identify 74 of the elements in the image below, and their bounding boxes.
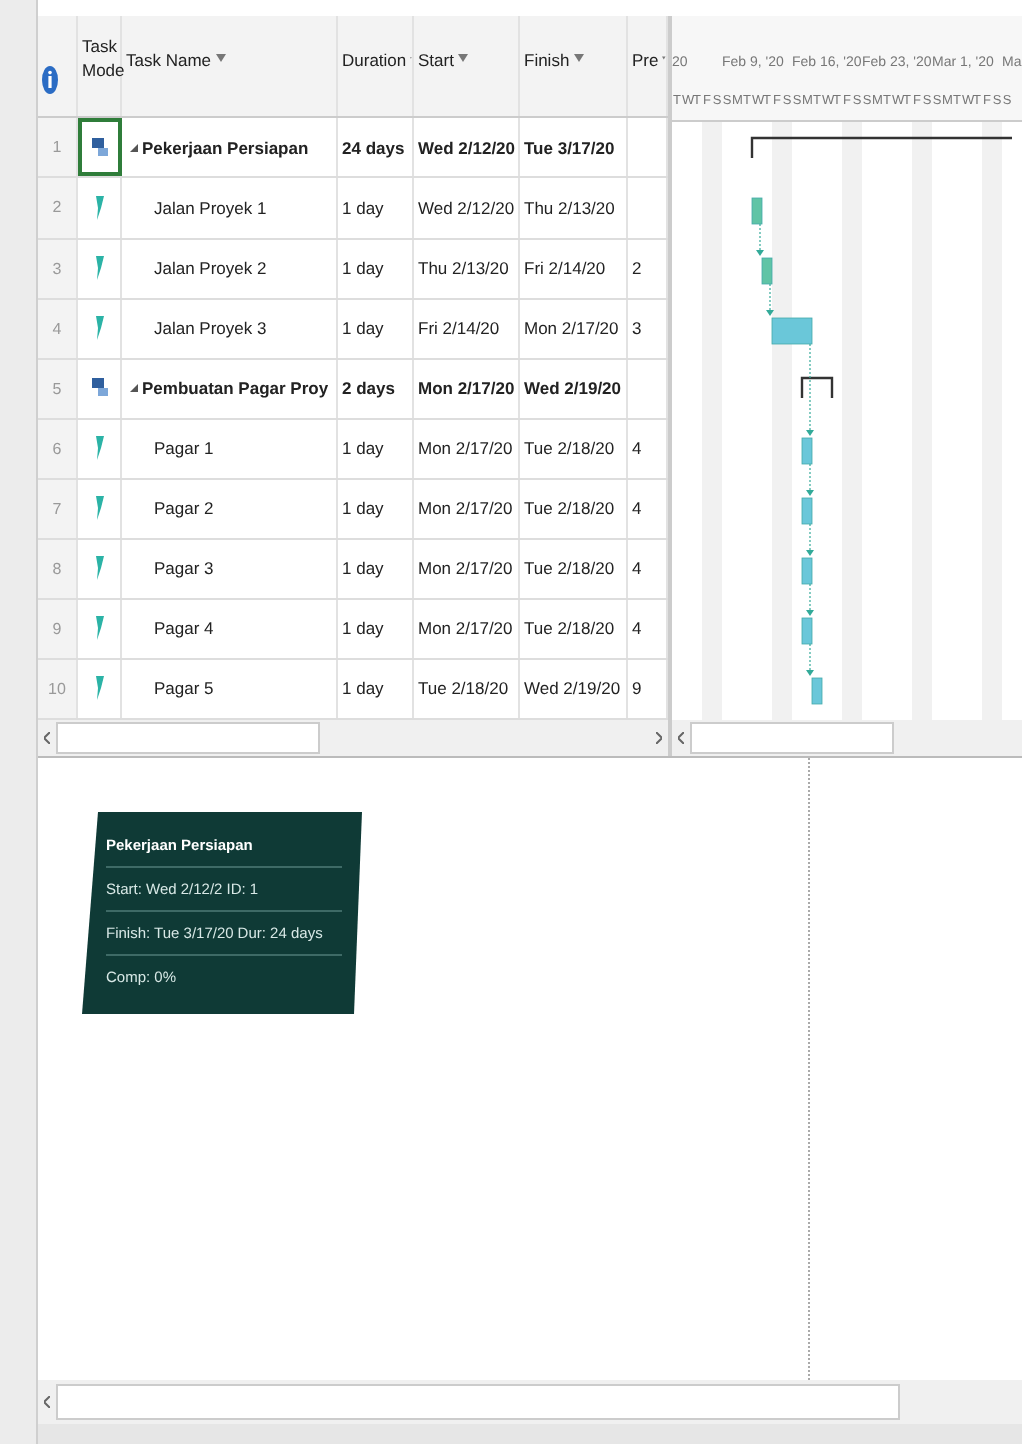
table-cell: 2 [632,258,642,279]
table-cell: 2 days [342,378,395,399]
table-cell: Thu 2/13/20 [418,258,509,279]
row-number[interactable]: 4 [52,319,62,338]
table-cell: Mon 2/17/20 [418,498,513,519]
collapse-triangle-icon[interactable] [130,143,138,152]
table-cell: 3 [632,318,642,339]
dropdown-arrow-icon[interactable] [573,54,584,63]
row-number[interactable]: 2 [52,198,62,217]
table-cell: Tue 2/18/20 [524,558,615,579]
table-cell: 1 day [342,558,384,579]
table-cell: Fri 2/14/20 [418,318,500,339]
scroll-right-icon[interactable] [656,732,662,744]
table-cell: Mon 2/17/20 [418,618,513,639]
table-cell: 4 [632,618,642,639]
table-cell: 1 day [342,197,384,218]
table-cell: Tue 3/17/20 [524,137,615,158]
dropdown-arrow-icon[interactable] [662,54,666,63]
task-name: Jalan Proyek 2 [154,258,267,279]
table-cell: Wed 2/19/20 [524,678,621,699]
table-cell: Mon 2/17/20 [524,318,619,339]
table-cell: Mon 2/17/20 [418,378,515,399]
table-cell: 1 day [342,618,384,639]
row-number[interactable]: 5 [52,379,62,398]
row-number[interactable]: 7 [52,499,62,518]
table-cell: 1 day [342,498,384,519]
auto-schedule-icon [91,137,107,158]
scroll-left-icon[interactable] [678,732,684,744]
dropdown-arrow-icon[interactable] [457,54,468,63]
dropdown-arrow-icon[interactable] [215,54,226,63]
table-cell: 1 day [342,678,384,699]
row-number[interactable]: 9 [52,619,62,638]
column-header[interactable]: Pre [632,50,659,71]
task-name: Jalan Proyek 3 [154,318,267,339]
table-cell: 9 [632,678,642,699]
row-number[interactable]: 10 [48,679,66,698]
task-name: Pekerjaan Persiapan [142,137,309,158]
selected-cell[interactable] [78,118,122,177]
table-cell: Mon 2/17/20 [418,558,513,579]
table-cell: 1 day [342,258,384,279]
row-number[interactable]: 1 [52,138,62,157]
row-number[interactable]: 3 [52,259,62,278]
task-name: Pagar 1 [154,438,214,459]
table-cell: 4 [632,438,642,459]
table-cell: Wed 2/19/20 [524,378,622,399]
table-cell: 24 days [342,137,405,158]
table-cell: 1 day [342,438,384,459]
column-header[interactable]: Duration [342,50,407,71]
task-name: Pagar 3 [154,558,214,579]
task-name: Pagar 5 [154,678,214,699]
collapse-triangle-icon[interactable] [130,384,138,393]
table-cell: 4 [632,498,642,519]
row-number[interactable]: 8 [52,559,62,578]
table-cell: Thu 2/13/20 [524,197,615,218]
scroll-left-icon[interactable] [44,1396,50,1408]
table-cell: Tue 2/18/20 [524,438,615,459]
column-header[interactable]: Start [418,50,454,71]
column-header[interactable]: Task Name [126,50,212,71]
column-header[interactable]: Finish [524,50,570,71]
table-cell: Tue 2/18/20 [418,678,509,699]
table-cell: 1 day [342,318,384,339]
table-cell: Wed 2/12/20 [418,197,515,218]
row-number[interactable]: 6 [52,439,62,458]
task-name: Pembuatan Pagar Proy [142,378,329,399]
table-cell: Tue 2/18/20 [524,618,615,639]
table-cell: 4 [632,558,642,579]
table-cell: Fri 2/14/20 [524,258,606,279]
scroll-left-icon[interactable] [44,732,50,744]
task-name: Pagar 2 [154,498,214,519]
table-cell: Tue 2/18/20 [524,498,615,519]
table-cell: Wed 2/12/20 [418,137,516,158]
task-name: Jalan Proyek 1 [154,197,267,218]
table-cell: Mon 2/17/20 [418,438,513,459]
task-name: Pagar 4 [154,618,214,639]
